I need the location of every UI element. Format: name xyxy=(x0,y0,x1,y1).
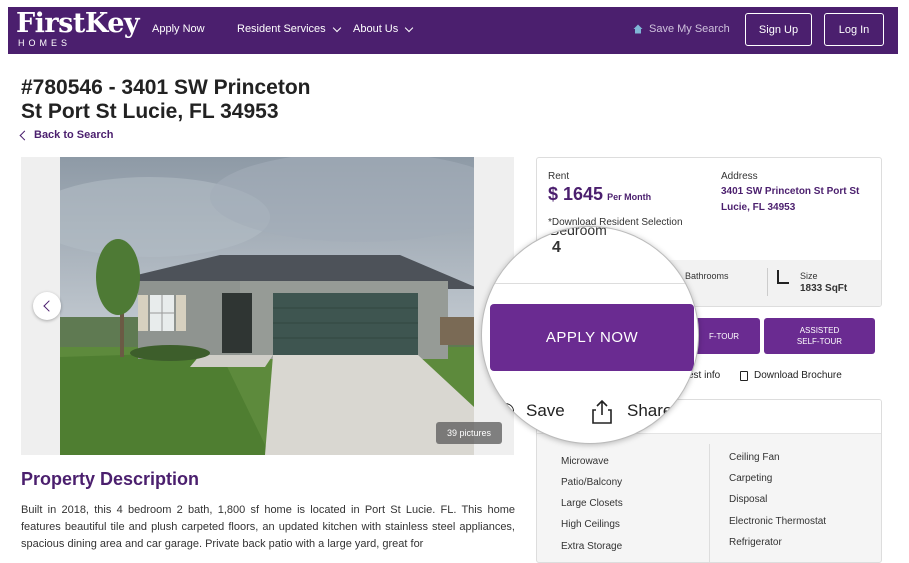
nav-apply-label: Apply Now xyxy=(152,23,205,35)
document-icon xyxy=(740,370,748,381)
title-line-1: #780546 - 3401 SW Princeton xyxy=(21,76,311,99)
firstkey-logo[interactable]: FirstKey HOMES xyxy=(16,8,140,49)
amenity-item: Carpeting xyxy=(729,473,773,484)
photo-gallery: 39 pictures xyxy=(21,157,514,455)
save-my-search-link[interactable]: Save My Search xyxy=(633,23,730,35)
amenity-item: Large Closets xyxy=(561,498,623,509)
save-button[interactable]: Save xyxy=(526,401,565,421)
page-title: #780546 - 3401 SW Princeton St Port St L… xyxy=(21,76,421,124)
address-label: Address xyxy=(721,171,758,182)
back-label: Back to Search xyxy=(34,129,114,141)
amenity-item: High Ceilings xyxy=(561,519,620,530)
picture-count-badge[interactable]: 39 pictures xyxy=(436,422,502,444)
divider xyxy=(709,444,710,562)
size-icon xyxy=(777,270,789,284)
chevron-left-icon xyxy=(19,130,30,140)
house-illustration xyxy=(60,157,474,455)
nav-resident-services[interactable]: Resident Services xyxy=(237,23,341,35)
bedrooms-value: 4 xyxy=(552,239,561,256)
title-line-2: St Port St Lucie, FL 34953 xyxy=(21,100,279,123)
amenity-item: Microwave xyxy=(561,456,609,467)
nav-resident-label: Resident Services xyxy=(237,23,326,35)
logo-wordmark: FirstKey xyxy=(16,8,140,39)
assisted-tour-label: ASSISTED SELF-TOUR xyxy=(796,326,843,346)
sign-up-button[interactable]: Sign Up xyxy=(745,13,812,46)
address-value: 3401 SW Princeton St Port St Lucie, FL 3… xyxy=(721,186,860,213)
divider xyxy=(482,283,698,284)
size-label: Size xyxy=(800,271,818,281)
download-brochure-label: Download Brochure xyxy=(754,370,842,381)
previous-photo-button[interactable] xyxy=(33,292,61,320)
apply-now-button[interactable]: APPLY NOW xyxy=(490,304,694,371)
amenity-item: Patio/Balcony xyxy=(561,477,623,488)
divider xyxy=(767,268,768,296)
top-nav: FirstKey HOMES Apply Now Resident Servic… xyxy=(8,7,898,54)
rent-label: Rent xyxy=(548,171,570,182)
share-icon[interactable] xyxy=(591,399,613,425)
amenity-item: Extra Storage xyxy=(561,541,623,552)
amenity-item: Disposal xyxy=(729,494,768,505)
size-value: 1833 SqFt xyxy=(800,283,848,294)
rent-amount: $ 1645 xyxy=(548,184,604,204)
house-photo[interactable] xyxy=(60,157,474,455)
nav-apply-now[interactable]: Apply Now xyxy=(152,23,205,35)
nav-about-us[interactable]: About Us xyxy=(353,23,414,35)
request-info-link[interactable]: est info xyxy=(688,370,720,381)
rent-value: $ 1645 Per Month xyxy=(548,184,651,205)
log-in-button[interactable]: Log In xyxy=(824,13,884,46)
home-icon xyxy=(633,24,643,34)
page: FirstKey HOMES Apply Now Resident Servic… xyxy=(0,0,909,563)
bedrooms-label: Bedroom xyxy=(550,226,607,238)
save-icon[interactable] xyxy=(496,403,514,419)
assisted-self-tour-button[interactable]: ASSISTED SELF-TOUR xyxy=(764,318,875,354)
chevron-down-icon xyxy=(405,23,414,32)
share-button[interactable]: Share xyxy=(627,401,672,421)
amenity-item: Electronic Thermostat xyxy=(729,516,827,527)
property-description-text: Built in 2018, this 4 bedroom 2 bath, 1,… xyxy=(21,504,515,550)
rent-unit: Per Month xyxy=(607,192,652,202)
chevron-down-icon xyxy=(332,23,341,32)
back-to-search-link[interactable]: Back to Search xyxy=(19,129,114,141)
chevron-left-icon xyxy=(42,300,55,312)
logo-subtitle: HOMES xyxy=(18,38,72,48)
property-description-heading: Property Description xyxy=(21,469,200,489)
nav-about-label: About Us xyxy=(353,23,399,35)
zoom-magnifier: Bedroom 4 APPLY NOW Save Share xyxy=(481,226,699,444)
amenity-item: Ceiling Fan xyxy=(729,452,780,463)
download-brochure-link[interactable]: Download Brochure xyxy=(740,370,842,381)
request-info-label: est info xyxy=(688,370,721,381)
amenity-item: Refrigerator xyxy=(729,537,782,548)
save-search-label: Save My Search xyxy=(649,23,730,35)
bathrooms-label: Bathrooms xyxy=(685,271,729,281)
